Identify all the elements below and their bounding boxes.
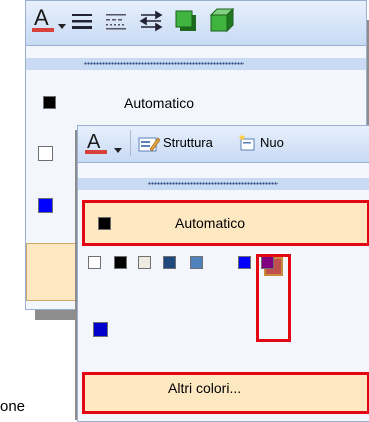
tearoff-grip <box>148 182 278 185</box>
shadow-icon[interactable] <box>174 9 198 33</box>
dropdown-arrow-icon[interactable] <box>58 17 66 29</box>
more-colors-highlight-frame <box>82 372 369 414</box>
automatic-highlight-frame <box>82 200 369 246</box>
font-color-icon[interactable]: A <box>30 5 56 35</box>
3d-icon[interactable] <box>209 7 235 33</box>
dropdown-arrow-icon[interactable] <box>114 141 122 153</box>
color-swatch[interactable] <box>190 256 203 269</box>
back-toolbar: A <box>26 1 366 46</box>
new-icon[interactable] <box>238 134 256 152</box>
tearoff-grip <box>84 62 244 65</box>
svg-text:A: A <box>87 131 101 153</box>
structure-button[interactable]: Struttura <box>163 135 213 150</box>
color-swatch[interactable] <box>88 256 101 269</box>
front-toolbar: A Struttura Nuo <box>78 126 369 163</box>
new-button[interactable]: Nuo <box>260 135 284 150</box>
line-style-icon[interactable] <box>71 11 93 31</box>
extra-blue-swatch[interactable] <box>93 322 108 337</box>
front-tearoff-bar[interactable] <box>78 178 369 190</box>
dash-style-icon[interactable] <box>105 11 127 31</box>
color-swatch[interactable] <box>138 256 151 269</box>
front-color-menu: A Struttura Nuo Automatico Altri colori.… <box>77 125 369 422</box>
back-tearoff-bar[interactable] <box>26 58 366 70</box>
font-color-icon[interactable]: A <box>84 129 108 157</box>
back-automatic-label[interactable]: Automatico <box>124 95 194 111</box>
selected-swatch-frame <box>256 254 291 342</box>
back-blue-swatch[interactable] <box>38 198 53 213</box>
back-white-swatch[interactable] <box>38 146 53 161</box>
svg-text:A: A <box>34 5 49 30</box>
arrows-icon[interactable] <box>139 9 163 33</box>
color-swatch[interactable] <box>238 256 251 269</box>
stray-text: one <box>0 398 26 415</box>
toolbar-separator <box>130 130 131 156</box>
back-automatic-swatch <box>43 96 56 109</box>
color-swatch[interactable] <box>114 256 127 269</box>
color-swatch[interactable] <box>163 256 176 269</box>
structure-icon[interactable] <box>138 135 161 153</box>
